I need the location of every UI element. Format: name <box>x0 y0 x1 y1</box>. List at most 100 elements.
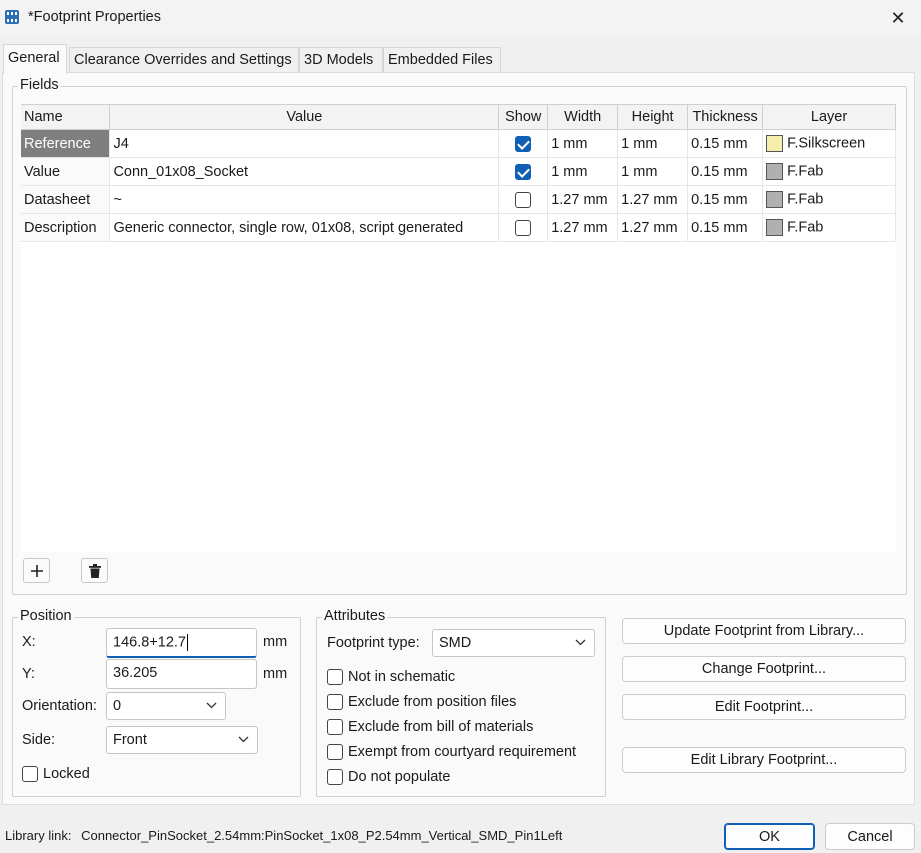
do-not-populate-checkbox[interactable] <box>327 769 343 785</box>
side-label: Side: <box>22 732 56 748</box>
cell-value[interactable]: Generic connector, single row, 01x08, sc… <box>109 213 500 242</box>
cell-value[interactable]: Conn_01x08_Socket <box>109 157 500 186</box>
x-position-input[interactable]: 146.8+12.7 <box>106 628 257 658</box>
exclude-position-files-row[interactable]: Exclude from position files <box>327 694 516 710</box>
delete-field-button[interactable] <box>81 558 108 583</box>
chevron-down-icon <box>575 639 586 646</box>
cell-thickness[interactable]: 0.15 mm <box>687 185 764 214</box>
tab-3d-models[interactable]: 3D Models <box>299 47 383 74</box>
cell-width[interactable]: 1.27 mm <box>547 213 619 242</box>
exclude-bom-row[interactable]: Exclude from bill of materials <box>327 719 533 735</box>
edit-library-footprint-button[interactable]: Edit Library Footprint... <box>622 747 906 773</box>
table-row: Description Generic connector, single ro… <box>21 213 896 242</box>
cell-layer[interactable]: F.Fab <box>762 213 896 242</box>
fields-grid: Name Value Show Width Height Thickness L… <box>21 104 896 552</box>
locked-label: Locked <box>43 766 90 782</box>
tab-clearance-overrides[interactable]: Clearance Overrides and Settings <box>69 47 299 74</box>
cell-thickness[interactable]: 0.15 mm <box>687 129 764 158</box>
layer-name: F.Fab <box>787 219 824 236</box>
not-in-schematic-checkbox[interactable] <box>327 669 343 685</box>
layer-name: F.Fab <box>787 163 824 180</box>
layer-color-swatch <box>766 163 784 180</box>
exclude-position-files-label: Exclude from position files <box>348 694 517 710</box>
tab-embedded-files[interactable]: Embedded Files <box>383 47 501 74</box>
header-name[interactable]: Name <box>21 104 111 130</box>
trash-icon <box>88 563 101 578</box>
exempt-courtyard-row[interactable]: Exempt from courtyard requirement <box>327 744 576 760</box>
cell-layer[interactable]: F.Silkscreen <box>762 129 896 158</box>
show-checkbox[interactable] <box>515 191 532 208</box>
show-checkbox[interactable] <box>515 135 532 152</box>
layer-name: F.Fab <box>787 191 824 208</box>
table-row: Reference J4 1 mm 1 mm 0.15 mm F.Silkscr… <box>21 129 896 158</box>
side-value: Front <box>113 732 147 748</box>
show-checkbox[interactable] <box>515 163 532 180</box>
header-show[interactable]: Show <box>498 104 549 130</box>
cell-layer[interactable]: F.Fab <box>762 185 896 214</box>
exclude-bom-checkbox[interactable] <box>327 719 343 735</box>
add-field-button[interactable] <box>23 558 50 583</box>
position-group-label: Position <box>18 608 74 624</box>
cell-value[interactable]: ~ <box>109 185 500 214</box>
close-icon[interactable]: ✕ <box>875 0 921 36</box>
row-label-value[interactable]: Value <box>21 157 111 186</box>
do-not-populate-label: Do not populate <box>348 769 451 785</box>
ok-button[interactable]: OK <box>724 823 815 850</box>
cell-thickness[interactable]: 0.15 mm <box>687 157 764 186</box>
exclude-position-files-checkbox[interactable] <box>327 694 343 710</box>
cell-thickness[interactable]: 0.15 mm <box>687 213 764 242</box>
cell-width[interactable]: 1 mm <box>547 157 619 186</box>
cell-show <box>498 129 549 158</box>
window-title: *Footprint Properties <box>28 9 161 25</box>
edit-footprint-button[interactable]: Edit Footprint... <box>622 694 906 720</box>
x-label: X: <box>22 634 36 650</box>
header-thickness[interactable]: Thickness <box>687 104 764 130</box>
cell-width[interactable]: 1.27 mm <box>547 185 619 214</box>
cell-layer[interactable]: F.Fab <box>762 157 896 186</box>
change-footprint-button[interactable]: Change Footprint... <box>622 656 906 682</box>
header-layer[interactable]: Layer <box>762 104 896 130</box>
footprint-type-label: Footprint type: <box>327 635 420 651</box>
update-footprint-button[interactable]: Update Footprint from Library... <box>622 618 906 644</box>
y-unit-label: mm <box>263 666 288 682</box>
text-cursor <box>186 634 188 651</box>
row-label-description[interactable]: Description <box>21 213 111 242</box>
do-not-populate-row[interactable]: Do not populate <box>327 769 450 785</box>
cell-width[interactable]: 1 mm <box>547 129 619 158</box>
cell-height[interactable]: 1.27 mm <box>617 185 689 214</box>
title-bar: *Footprint Properties ✕ <box>0 0 921 36</box>
layer-color-swatch <box>766 135 784 152</box>
exempt-courtyard-checkbox[interactable] <box>327 744 343 760</box>
footprint-type-combo[interactable]: SMD <box>432 629 595 657</box>
cell-value[interactable]: J4 <box>109 129 500 158</box>
layer-color-swatch <box>766 191 784 208</box>
row-label-reference[interactable]: Reference <box>21 129 111 158</box>
cell-height[interactable]: 1 mm <box>617 129 689 158</box>
locked-checkbox[interactable] <box>22 766 38 782</box>
library-link-value: Connector_PinSocket_2.54mm:PinSocket_1x0… <box>81 828 563 843</box>
cell-height[interactable]: 1.27 mm <box>617 213 689 242</box>
table-row: Datasheet ~ 1.27 mm 1.27 mm 0.15 mm F.Fa… <box>21 185 896 214</box>
tab-general[interactable]: General <box>3 44 67 74</box>
library-link: Library link: Connector_PinSocket_2.54mm… <box>5 828 562 843</box>
cancel-button[interactable]: Cancel <box>825 823 915 850</box>
y-position-input[interactable]: 36.205 <box>106 659 257 689</box>
orientation-value: 0 <box>113 698 122 714</box>
header-width[interactable]: Width <box>547 104 619 130</box>
chevron-down-icon <box>206 702 217 709</box>
cell-show <box>498 157 549 186</box>
side-combo[interactable]: Front <box>106 726 258 754</box>
orientation-combo[interactable]: 0 <box>106 692 226 720</box>
footprint-type-value: SMD <box>439 635 472 651</box>
locked-checkbox-row[interactable]: Locked <box>22 766 90 782</box>
show-checkbox[interactable] <box>515 219 532 236</box>
row-label-datasheet[interactable]: Datasheet <box>21 185 111 214</box>
header-height[interactable]: Height <box>617 104 689 130</box>
not-in-schematic-row[interactable]: Not in schematic <box>327 669 455 685</box>
layer-name: F.Silkscreen <box>787 135 866 152</box>
cell-height[interactable]: 1 mm <box>617 157 689 186</box>
library-link-label: Library link: <box>5 828 72 843</box>
not-in-schematic-label: Not in schematic <box>348 669 456 685</box>
header-value[interactable]: Value <box>109 104 500 130</box>
fields-group-label: Fields <box>18 77 61 93</box>
